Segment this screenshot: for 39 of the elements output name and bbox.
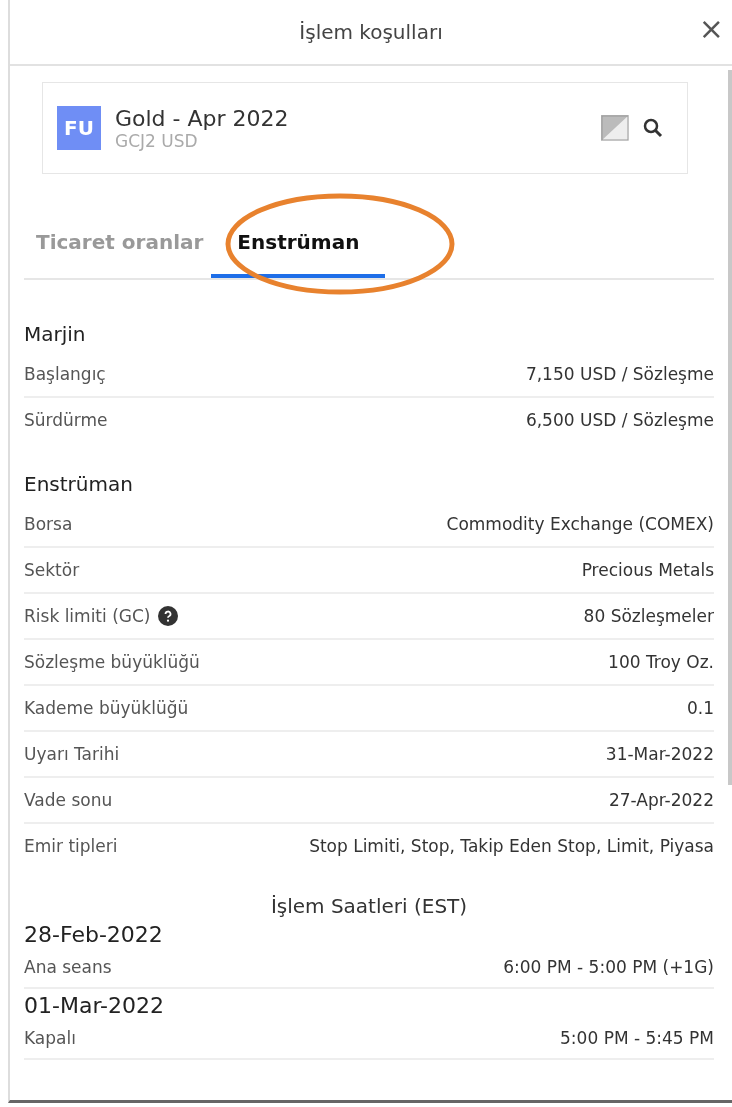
field-value: 0.1	[686, 698, 714, 718]
instrument-badge: FU	[57, 106, 101, 150]
close-button[interactable]: ×	[694, 14, 728, 44]
field-label: Kademe büyüklüğü	[24, 698, 189, 718]
field-label: Sözleşme büyüklüğü	[24, 652, 200, 672]
instrument-name: Gold - Apr 2022	[115, 105, 290, 131]
scrollbar[interactable]	[728, 70, 732, 785]
section-heading: Marjin	[24, 322, 87, 346]
field-label: Borsa	[24, 514, 73, 534]
field-value: 6,500 USD / Sözleşme	[525, 410, 714, 430]
field-label: Uyarı Tarihi	[24, 744, 120, 764]
date-heading: 01-Mar-2022	[24, 993, 165, 1018]
field-label: Emir tipleri	[24, 836, 118, 856]
field-label: Başlangıç	[24, 364, 106, 384]
field-value: 7,150 USD / Sözleşme	[525, 364, 714, 384]
field-value: 5:00 PM - 5:45 PM	[560, 1028, 714, 1048]
field-label: Kapalı	[24, 1028, 76, 1048]
field-value: 80 Sözleşmeler	[583, 606, 714, 626]
date-heading: 28-Feb-2022	[24, 922, 164, 947]
field-label: Ana seans	[24, 957, 112, 977]
field-value: 6:00 PM - 5:00 PM (+1G)	[503, 957, 714, 977]
field-value: Commodity Exchange (COMEX)	[446, 514, 714, 534]
field-value: Precious Metals	[581, 560, 714, 580]
field-label: Risk limiti (GC)	[24, 606, 151, 626]
section-heading: İşlem Saatleri (EST)	[269, 894, 469, 918]
field-value: 27-Apr-2022	[608, 790, 714, 810]
instrument-symbol: GCJ2 USD	[115, 130, 199, 151]
search-icon[interactable]	[643, 118, 663, 138]
field-value: 31-Mar-2022	[605, 744, 714, 764]
tab[interactable]: Enstrüman	[211, 222, 386, 278]
chart-thumbnail-icon[interactable]	[601, 115, 629, 141]
field-label: Sürdürme	[24, 410, 108, 430]
section-heading: Enstrüman	[24, 472, 134, 496]
field-label: Vade sonu	[24, 790, 113, 810]
help-icon[interactable]	[158, 606, 179, 626]
window-title: İşlem koşulları	[299, 20, 443, 44]
field-label: Sektör	[24, 560, 80, 580]
field-value: Stop Limiti, Stop, Takip Eden Stop, Limit, Piyasa	[309, 836, 714, 856]
field-value: 100 Troy Oz.	[608, 652, 714, 672]
